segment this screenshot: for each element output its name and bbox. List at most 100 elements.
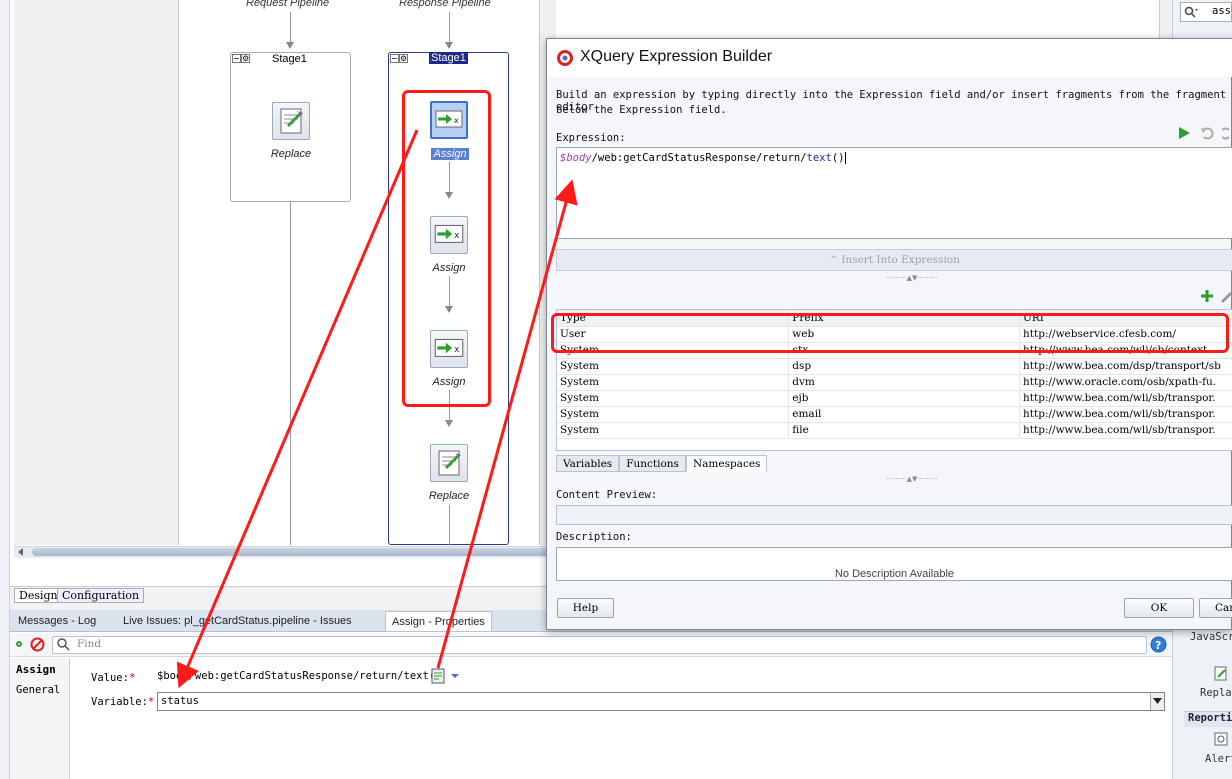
expression-label: Expression: — [556, 132, 626, 144]
insert-button-label: ⌃ Insert Into Expression — [829, 254, 960, 266]
stage-toggle-icon[interactable]: − ⚙ — [390, 54, 412, 66]
description-label: Description: — [556, 531, 632, 543]
cell-type: System — [557, 406, 790, 423]
search-icon — [57, 638, 70, 651]
cell-prefix: dvm — [788, 374, 1021, 391]
tab-assign-properties[interactable]: Assign - Properties — [385, 611, 492, 631]
side-item-assign[interactable]: Assign — [16, 663, 56, 676]
palette-search-value: ass — [1212, 5, 1231, 17]
table-row[interactable]: System dvm http://www.oracle.com/osb/xpa… — [557, 374, 1232, 391]
find-placeholder: Find — [77, 638, 102, 650]
splitter-handle[interactable]: ·········▲▼········· — [872, 476, 952, 483]
arrow-down-icon — [286, 42, 294, 49]
cancel-button[interactable]: Can — [1199, 598, 1232, 618]
annotation-highlight-assign-actions — [402, 90, 491, 407]
table-row[interactable]: System ejb http://www.bea.com/wli/sb/tra… — [557, 390, 1232, 407]
response-pipeline-title: Response Pipeline — [399, 0, 491, 9]
table-row[interactable]: System email http://www.bea.com/wli/sb/t… — [557, 406, 1232, 423]
help-icon[interactable]: ? — [1150, 636, 1167, 653]
content-preview-label: Content Preview: — [556, 489, 658, 501]
palette-section-reporting[interactable]: Reporti — [1188, 712, 1232, 724]
response-stage-label: Stage1 — [429, 52, 468, 64]
tab-messages-log[interactable]: Messages - Log — [12, 611, 102, 631]
search-icon — [1184, 6, 1198, 18]
cell-type: System — [557, 358, 790, 375]
oracle-logo-icon — [557, 50, 573, 66]
palette-item-alert[interactable]: Alert — [1205, 753, 1232, 765]
cell-type: System — [557, 374, 790, 391]
stage-toggle-icon[interactable]: − ⚙ — [232, 54, 254, 66]
svg-text:?: ? — [1155, 639, 1161, 652]
tab-functions[interactable]: Functions — [619, 455, 686, 472]
cell-prefix: ejb — [788, 390, 1021, 407]
replace-action-icon[interactable] — [272, 102, 310, 140]
left-edge-strip — [0, 0, 10, 779]
replace-action-label: Replace — [270, 148, 312, 160]
scrollbar-thumb[interactable] — [32, 548, 556, 556]
tab-variables[interactable]: Variables — [556, 455, 620, 472]
alert-palette-icon — [1214, 732, 1228, 746]
insert-into-expression-button[interactable]: ⌃ Insert Into Expression — [556, 249, 1232, 271]
edit-icon[interactable] — [1219, 289, 1232, 303]
connector-line — [290, 202, 291, 545]
replace-action-icon[interactable] — [430, 444, 468, 482]
value-expression[interactable]: $body/web:getCardStatusResponse/return/t… — [157, 670, 441, 682]
dialog-instruction-line2: below the Expression field. — [556, 104, 727, 116]
request-stage-label: Stage1 — [272, 53, 307, 65]
expression-text: $body/web:getCardStatusResponse/return/t… — [560, 152, 846, 164]
cell-prefix: email — [788, 406, 1021, 423]
cell-uri: http://www.bea.com/wli/sb/transpor. — [1019, 406, 1232, 423]
tab-live-issues[interactable]: Live Issues: pl_getCardStatus.pipeline -… — [117, 611, 358, 631]
scroll-left-icon[interactable] — [16, 548, 26, 556]
undo-icon[interactable] — [1200, 126, 1216, 140]
palette-item-replace[interactable]: Replac — [1200, 687, 1232, 699]
tab-configuration[interactable]: Configuration — [57, 588, 145, 603]
splitter-handle[interactable]: ·········▲▼········· — [872, 275, 952, 282]
cell-prefix: dsp — [788, 358, 1021, 375]
add-icon[interactable] — [1200, 289, 1214, 303]
redo-icon[interactable] — [1222, 126, 1232, 140]
palette-item-javascript[interactable]: JavaScr — [1190, 631, 1232, 643]
cell-uri: http://www.bea.com/wli/sb/transpor. — [1019, 422, 1232, 439]
connector-line — [290, 12, 291, 42]
annotation-highlight-namespace-row — [551, 313, 1229, 353]
help-button[interactable]: Help — [557, 598, 614, 618]
find-input[interactable] — [52, 636, 1147, 654]
side-item-general[interactable]: General — [16, 684, 60, 696]
dialog-title: XQuery Expression Builder — [580, 48, 773, 65]
content-preview-box — [556, 505, 1232, 525]
arrow-down-icon — [445, 42, 453, 49]
table-row[interactable]: System file http://www.bea.com/wli/sb/tr… — [557, 422, 1232, 439]
cell-uri: http://www.oracle.com/osb/xpath-fu. — [1019, 374, 1232, 391]
expression-editor-icon[interactable] — [431, 668, 461, 684]
properties-side-nav — [10, 658, 70, 779]
variable-value: status — [161, 695, 199, 707]
cell-prefix: file — [788, 422, 1021, 439]
run-icon[interactable] — [1177, 126, 1191, 140]
variable-label: Variable:* — [91, 696, 155, 708]
tab-design[interactable]: Design — [14, 588, 63, 603]
cell-type: System — [557, 390, 790, 407]
stop-icon[interactable] — [30, 637, 45, 652]
request-pipeline-title: Request Pipeline — [246, 0, 330, 9]
arrow-down-icon — [445, 420, 453, 427]
cell-uri: http://www.bea.com/dsp/transport/sb — [1019, 358, 1232, 375]
refresh-icon[interactable] — [16, 641, 22, 647]
replace-action-label: Replace — [428, 490, 470, 502]
table-row[interactable]: System dsp http://www.bea.com/dsp/transp… — [557, 358, 1232, 375]
description-box: No Description Available — [556, 547, 1232, 581]
cell-uri: http://www.bea.com/wli/sb/transpor. — [1019, 390, 1232, 407]
cell-type: System — [557, 422, 790, 439]
chevron-down-icon — [1153, 698, 1162, 704]
replace-palette-icon — [1214, 666, 1227, 681]
description-text: No Description Available — [834, 568, 955, 580]
variable-field[interactable] — [157, 692, 1165, 711]
ok-button[interactable]: OK — [1124, 598, 1194, 618]
fragment-tabs: Variables Functions Namespaces — [556, 455, 768, 473]
expression-editor[interactable]: $body/web:getCardStatusResponse/return/t… — [556, 147, 1232, 239]
value-label: Value:* — [91, 672, 136, 684]
tab-namespaces[interactable]: Namespaces — [685, 455, 768, 472]
connector-line — [449, 12, 450, 42]
connector-line — [449, 505, 450, 545]
canvas-margin-left — [14, 0, 178, 545]
